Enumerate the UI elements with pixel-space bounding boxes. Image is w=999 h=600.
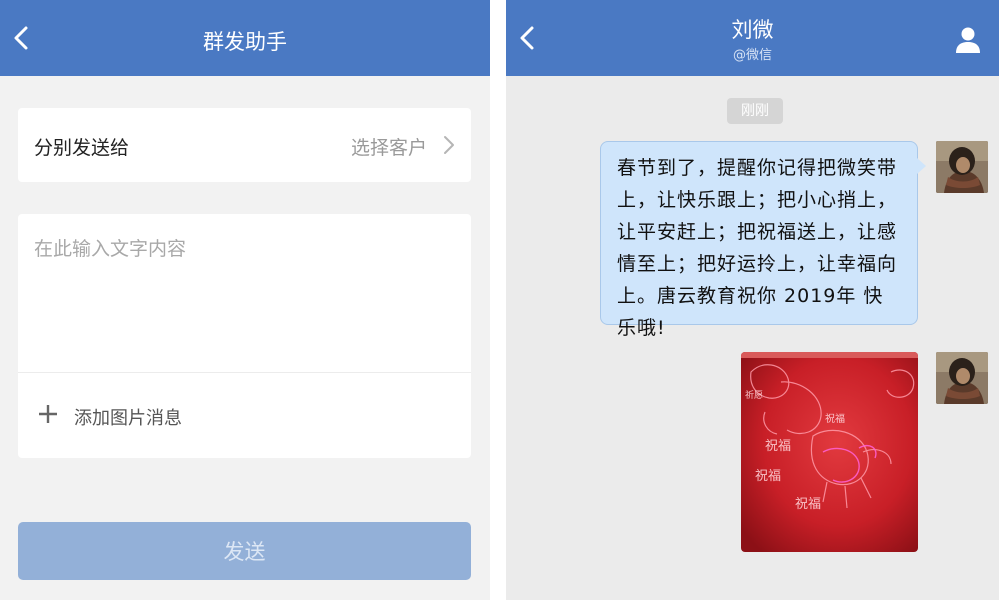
red-new-year-image: 祈愿 祝福 祝福 祝福 祝福 (741, 352, 918, 552)
chevron-right-icon (444, 136, 454, 154)
chat-panel: 刘微 @微信 刚刚 春节到了，提醒你记得把微笑带上，让快乐跟上；把小心捎上，让平… (506, 0, 999, 600)
message-input[interactable] (18, 214, 471, 372)
recipient-selector[interactable]: 分别发送给 选择客户 (18, 108, 471, 182)
message-bubble[interactable]: 春节到了，提醒你记得把微笑带上，让快乐跟上；把小心捎上，让平安赶上；把祝福送上，… (600, 141, 926, 339)
recipient-value: 选择客户 (350, 137, 427, 159)
add-image-button[interactable]: 添加图片消息 (18, 373, 471, 458)
timestamp-badge: 刚刚 (727, 98, 783, 124)
nav-bar: 群发助手 (0, 0, 490, 76)
mass-send-panel: 群发助手 分别发送给 选择客户 添加图片消息 发送 (0, 0, 490, 600)
message-text: 春节到了，提醒你记得把微笑带上，让快乐跟上；把小心捎上，让平安赶上；把祝福送上，… (617, 157, 898, 339)
avatar-image (936, 141, 988, 193)
avatar[interactable] (936, 352, 988, 404)
image-text: 祈愿 (745, 389, 763, 401)
send-button[interactable]: 发送 (18, 522, 471, 580)
image-text: 祝福 (765, 439, 791, 454)
contact-name: 刘微 (731, 18, 774, 42)
contact-source: @微信 (732, 48, 772, 63)
chat-nav-bar: 刘微 @微信 (506, 0, 999, 76)
avatar[interactable] (936, 141, 988, 193)
recipient-label: 分别发送给 (34, 137, 130, 159)
page-title: 群发助手 (203, 30, 287, 54)
image-text: 祝福 (755, 469, 781, 484)
plus-icon (39, 405, 57, 423)
message-card: 添加图片消息 (18, 214, 471, 458)
image-message[interactable]: 祈愿 祝福 祝福 祝福 祝福 (741, 352, 918, 552)
image-text: 祝福 (795, 497, 821, 512)
person-icon[interactable] (955, 26, 981, 54)
image-text: 祝福 (825, 412, 845, 425)
add-image-label: 添加图片消息 (74, 408, 182, 429)
avatar-image (936, 352, 988, 404)
bubble-tail (917, 158, 926, 174)
